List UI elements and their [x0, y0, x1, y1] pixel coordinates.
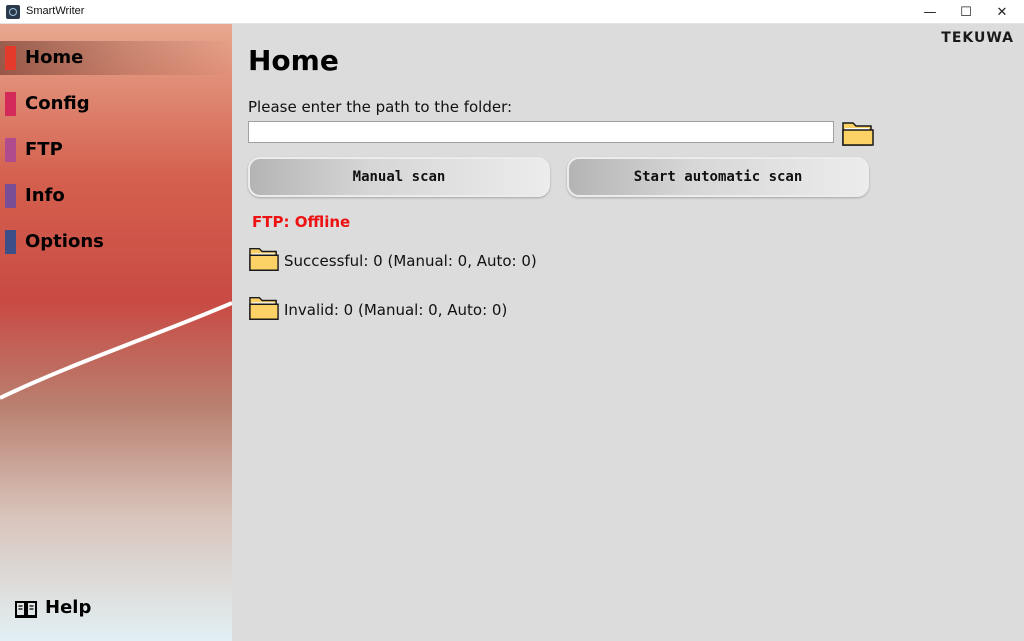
minimize-button[interactable]: —	[912, 0, 948, 24]
path-label: Please enter the path to the folder:	[248, 98, 513, 116]
sidebar-item-label: Config	[25, 93, 90, 114]
sidebar-item-label: FTP	[25, 139, 63, 160]
sidebar-item-label: Options	[25, 231, 104, 252]
folder-path-input[interactable]	[248, 121, 834, 143]
main-panel: TEKUWA Home Please enter the path to the…	[232, 24, 1024, 641]
app-icon	[6, 5, 20, 19]
sidebar-item-options[interactable]: Options	[0, 225, 232, 259]
nav-color-marker	[5, 230, 16, 254]
title-bar: SmartWriter — ☐ ✕	[0, 0, 1024, 24]
page-title: Home	[248, 44, 339, 77]
window-title: SmartWriter	[26, 5, 85, 17]
start-automatic-scan-button[interactable]: Start automatic scan	[567, 157, 869, 197]
successful-count-text: Successful: 0 (Manual: 0, Auto: 0)	[284, 252, 537, 270]
nav-color-marker	[5, 92, 16, 116]
successful-count-row: Successful: 0 (Manual: 0, Auto: 0)	[248, 244, 648, 278]
brand-logo: TEKUWA	[941, 30, 1014, 46]
sidebar-item-config[interactable]: Config	[0, 87, 232, 121]
maximize-button[interactable]: ☐	[948, 0, 984, 24]
nav-color-marker	[5, 138, 16, 162]
nav-color-marker	[5, 46, 16, 70]
invalid-count-row: Invalid: 0 (Manual: 0, Auto: 0)	[248, 293, 648, 327]
sidebar-item-ftp[interactable]: FTP	[0, 133, 232, 167]
folder-icon	[842, 122, 874, 146]
help-label: Help	[45, 597, 92, 618]
manual-scan-button[interactable]: Manual scan	[248, 157, 550, 197]
folder-icon	[249, 296, 279, 320]
sidebar-item-info[interactable]: Info	[0, 179, 232, 213]
sidebar-item-label: Info	[25, 185, 65, 206]
invalid-count-text: Invalid: 0 (Manual: 0, Auto: 0)	[284, 301, 508, 319]
sidebar-item-home[interactable]: Home	[0, 41, 232, 75]
ftp-status-text: FTP: Offline	[252, 213, 351, 231]
nav-color-marker	[5, 184, 16, 208]
book-icon	[15, 601, 37, 618]
close-button[interactable]: ✕	[984, 0, 1020, 24]
help-button[interactable]: Help	[14, 596, 134, 624]
sidebar: Home Config FTP Info Options Help	[0, 24, 232, 641]
browse-folder-button[interactable]	[841, 117, 875, 149]
folder-icon	[249, 247, 279, 271]
sidebar-item-label: Home	[25, 47, 84, 68]
